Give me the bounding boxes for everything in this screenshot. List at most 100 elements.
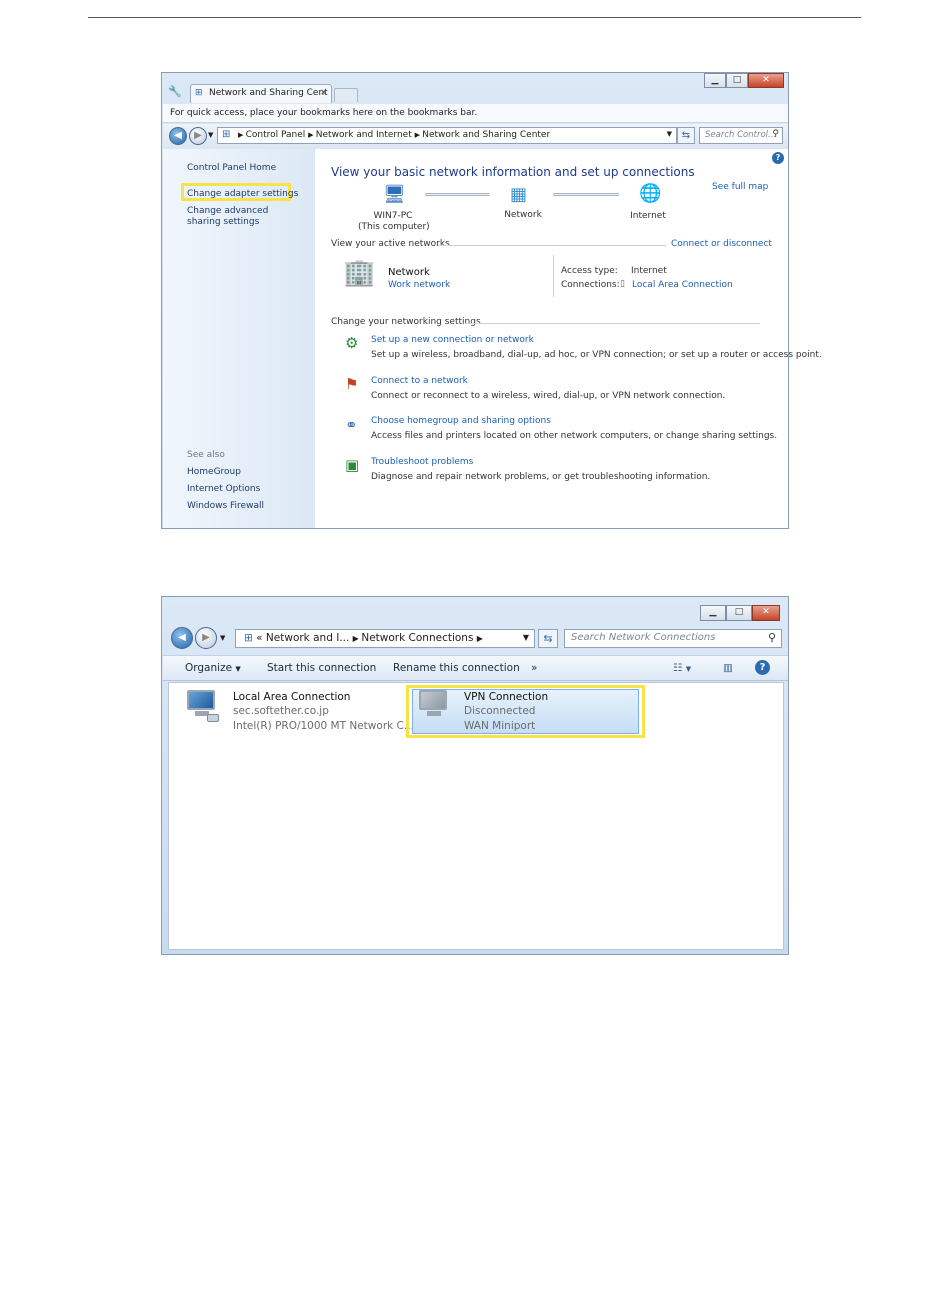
see-full-map-link[interactable]: See full map	[712, 182, 768, 193]
task-link-homegroup[interactable]: Choose homegroup and sharing options	[371, 416, 551, 427]
internet-node-label: Internet	[630, 211, 666, 221]
breadcrumb-control-panel[interactable]: Control Panel	[246, 130, 306, 140]
item-name: VPN Connection	[464, 691, 549, 703]
left-pane: Control Panel Home Change adapter settin…	[163, 149, 315, 528]
troubleshoot-icon: ▣	[345, 456, 360, 474]
active-network-name: Network	[388, 267, 430, 278]
bookmarks-bar: For quick access, place your bookmarks h…	[163, 104, 788, 123]
page-top-rule	[88, 17, 861, 18]
network-icon: ⊞	[195, 88, 203, 98]
homegroup-link[interactable]: HomeGroup	[187, 467, 241, 478]
connect-network-icon: ⚑	[345, 375, 359, 393]
rename-connection-button[interactable]: Rename this connection	[393, 662, 520, 674]
breadcrumb-network-internet[interactable]: Network and I...	[266, 632, 349, 644]
address-field[interactable]: ⊞ « Network and I... ▶ Network Connectio…	[235, 629, 535, 648]
separator	[465, 323, 760, 324]
wrench-icon[interactable]: 🔧	[168, 85, 182, 98]
control-panel-icon: ⊞	[222, 129, 231, 140]
connect-disconnect-link[interactable]: Connect or disconnect	[671, 239, 772, 250]
organize-button[interactable]: Organize ▼	[185, 662, 241, 674]
command-toolbar: Organize ▼ Start this connection Rename …	[163, 655, 788, 681]
breadcrumb-network-sharing-center[interactable]: Network and Sharing Center	[422, 130, 550, 140]
breadcrumb-network-internet[interactable]: Network and Internet	[316, 130, 412, 140]
address-bar: ◀ ▶ ▼ ⊞ « Network and I... ▶ Network Con…	[163, 625, 788, 651]
new-connection-icon: ⚙	[345, 334, 359, 352]
change-adapter-settings-link[interactable]: Change adapter settings	[187, 189, 298, 200]
breadcrumb-overflow[interactable]: «	[256, 632, 262, 644]
start-connection-button[interactable]: Start this connection	[267, 662, 376, 674]
breadcrumb-network-connections[interactable]: Network Connections	[361, 632, 473, 644]
see-also-label: See also	[187, 450, 225, 460]
access-type-label: Access type:	[561, 266, 618, 276]
computer-sub: (This computer)	[358, 222, 430, 232]
history-dropdown-icon[interactable]: ▼	[220, 634, 225, 642]
address-dropdown-icon[interactable]: ▼	[667, 130, 672, 138]
preview-pane-icon[interactable]: ▥	[723, 662, 733, 674]
control-panel-home-link[interactable]: Control Panel Home	[187, 163, 276, 174]
computer-icon: 🖥	[383, 184, 406, 205]
address-bar: ◀ ▶ ▼ ⊞ ▶ Control Panel ▶ Network and In…	[163, 124, 788, 148]
map-connector-line	[425, 193, 489, 196]
item-device: WAN Miniport	[464, 720, 536, 732]
computer-name: WIN7-PC	[373, 211, 413, 221]
more-commands-button[interactable]: »	[531, 662, 537, 674]
address-field[interactable]: ⊞ ▶ Control Panel ▶ Network and Internet…	[217, 127, 677, 144]
windows-firewall-link[interactable]: Windows Firewall	[187, 501, 264, 512]
homegroup-icon: ⚭	[345, 416, 358, 434]
work-network-link[interactable]: Work network	[388, 280, 450, 291]
network-building-icon: 🏢	[343, 258, 376, 288]
connection-icon: ▯	[620, 279, 625, 289]
back-button[interactable]: ◀	[171, 627, 193, 649]
minimize-button[interactable]: ▁	[700, 605, 726, 621]
window-controls: ▁ □ ✕	[700, 605, 780, 621]
internet-options-link[interactable]: Internet Options	[187, 484, 260, 495]
tab-close-icon[interactable]: ✕	[320, 88, 327, 97]
network-node-label: Network	[504, 210, 542, 220]
separator	[438, 245, 666, 246]
item-device: Intel(R) PRO/1000 MT Network C...	[233, 720, 414, 732]
tab-strip: 🔧 ⊞ Network and Sharing Cent ✕	[162, 81, 788, 103]
task-desc-connect: Connect or reconnect to a wireless, wire…	[371, 391, 726, 401]
content-area: Control Panel Home Change adapter settin…	[163, 149, 822, 528]
help-icon[interactable]: ?	[772, 152, 784, 164]
search-placeholder: Search Network Connections	[571, 632, 716, 643]
search-placeholder: Search Control...	[705, 130, 777, 140]
task-desc-homegroup: Access files and printers located on oth…	[371, 431, 778, 441]
search-icon[interactable]: ⚲	[772, 129, 779, 139]
bookmarks-bar-text: For quick access, place your bookmarks h…	[170, 108, 478, 118]
map-connector-line	[553, 193, 619, 196]
forward-button[interactable]: ▶	[195, 627, 217, 649]
forward-button[interactable]: ▶	[189, 127, 207, 145]
help-icon[interactable]: ?	[755, 660, 770, 675]
task-link-troubleshoot[interactable]: Troubleshoot problems	[371, 457, 473, 468]
task-link-setup[interactable]: Set up a new connection or network	[371, 335, 534, 346]
back-button[interactable]: ◀	[169, 127, 187, 145]
item-domain: sec.softether.co.jp	[233, 705, 329, 717]
globe-icon: 🌐	[639, 183, 662, 204]
vpn-adapter-icon	[417, 688, 451, 724]
refresh-button[interactable]: ⇆	[538, 629, 558, 648]
history-dropdown-icon[interactable]: ▼	[208, 131, 213, 139]
item-name: Local Area Connection	[233, 691, 351, 703]
search-input[interactable]: Search Network Connections ⚲	[564, 629, 782, 648]
search-icon[interactable]: ⚲	[768, 631, 776, 644]
task-desc-setup: Set up a wireless, broadband, dial-up, a…	[371, 350, 822, 360]
search-input[interactable]: Search Control... ⚲	[699, 127, 783, 144]
address-dropdown-icon[interactable]: ▼	[523, 633, 529, 642]
maximize-button[interactable]: □	[726, 605, 752, 621]
close-button[interactable]: ✕	[752, 605, 780, 621]
tab-network-sharing-center[interactable]: ⊞ Network and Sharing Cent ✕	[190, 84, 332, 103]
tab-title: Network and Sharing Cent	[209, 88, 328, 98]
change-settings-label: Change your networking settings	[331, 317, 481, 327]
task-link-connect[interactable]: Connect to a network	[371, 376, 468, 387]
vertical-separator	[553, 255, 554, 297]
network-connections-window: ▁ □ ✕ ◀ ▶ ▼ ⊞ « Network and I... ▶ Netwo…	[161, 596, 789, 955]
local-area-connection-link[interactable]: Local Area Connection	[632, 280, 733, 291]
connections-list: Local Area Connection sec.softether.co.j…	[168, 682, 784, 950]
change-advanced-sharing-link[interactable]: Change advanced sharing settings	[187, 206, 297, 228]
view-options-icon[interactable]: ☷ ▼	[673, 662, 691, 674]
network-sharing-center-window: ▁ □ ✕ 🔧 ⊞ Network and Sharing Cent ✕ For…	[161, 72, 822, 529]
new-tab-button[interactable]	[334, 88, 358, 102]
refresh-button[interactable]: ⇆	[677, 127, 695, 144]
task-desc-troubleshoot: Diagnose and repair network problems, or…	[371, 472, 711, 482]
